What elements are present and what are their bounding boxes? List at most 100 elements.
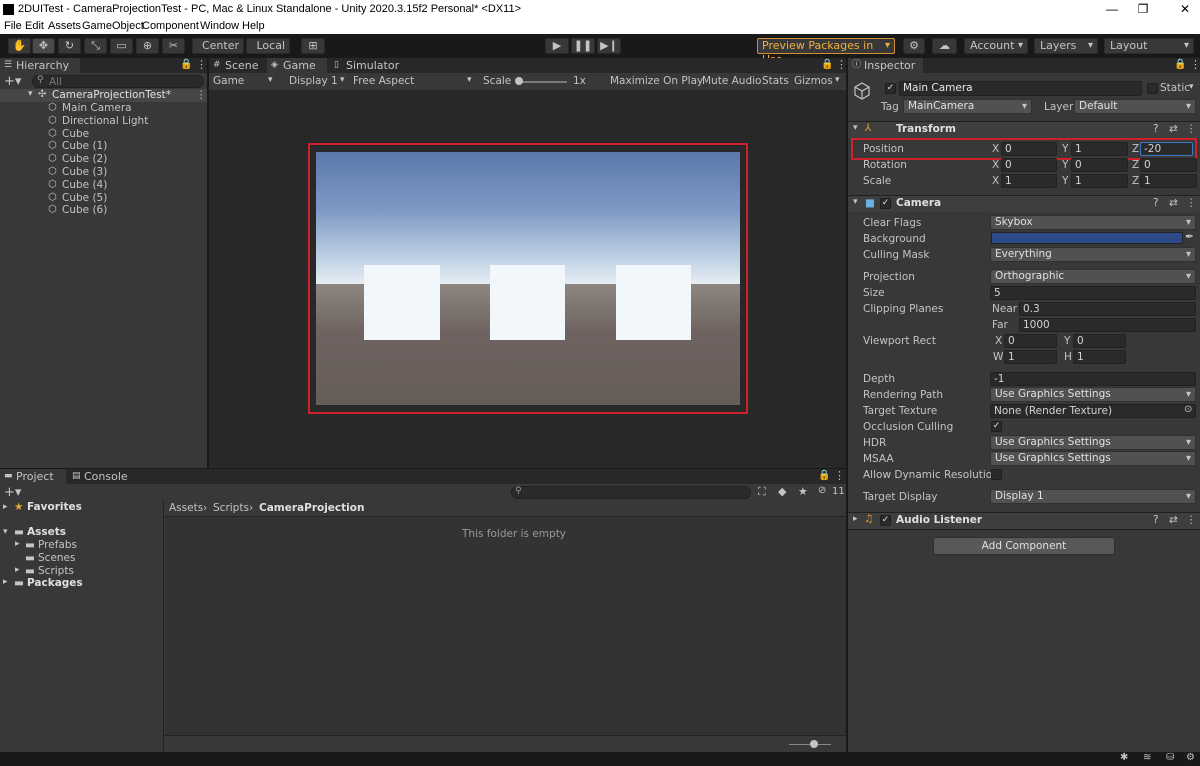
move-tool-icon[interactable]: ✥ <box>32 38 55 54</box>
panel-menu-icon[interactable]: ⋮ <box>1190 58 1200 71</box>
menu-edit[interactable]: Edit <box>25 20 44 32</box>
pivot-center-button[interactable]: Center <box>192 38 244 54</box>
lock-icon[interactable]: 🔒 <box>818 470 830 481</box>
occlusion-culling-checkbox[interactable]: ✓ <box>991 421 1002 432</box>
tab-scene[interactable]: # Scene <box>209 58 267 73</box>
help-icon[interactable]: ? <box>1153 514 1159 526</box>
preset-icon[interactable]: ⇄ <box>1169 197 1178 209</box>
layers-dropdown[interactable]: Layers <box>1034 38 1098 54</box>
panel-menu-icon[interactable]: ⋮ <box>196 58 207 71</box>
hierarchy-item[interactable]: Cube (3) <box>62 166 107 178</box>
add-component-button[interactable]: Add Component <box>933 537 1115 555</box>
close-button[interactable]: ✕ <box>1177 2 1193 16</box>
size-field[interactable]: 5 <box>990 286 1196 300</box>
audio-listener-enabled-checkbox[interactable]: ✓ <box>880 515 891 526</box>
favorite-star-icon[interactable]: ★ <box>798 485 808 498</box>
filter-label-icon[interactable]: ◆ <box>778 485 786 498</box>
target-display-dropdown[interactable]: Display 1 <box>990 489 1196 504</box>
breadcrumb-cameraprojection[interactable]: CameraProjection <box>259 502 364 514</box>
folder-scenes[interactable]: Scenes <box>38 552 75 564</box>
expand-arrow-icon[interactable]: ▾ <box>28 89 33 99</box>
folder-scripts[interactable]: Scripts <box>38 565 74 577</box>
cloud-icon[interactable]: ☁ <box>932 38 957 54</box>
game-viewport[interactable] <box>316 152 740 405</box>
far-field[interactable]: 1000 <box>1019 318 1196 332</box>
target-texture-field[interactable]: None (Render Texture) <box>990 404 1196 418</box>
scene-menu-icon[interactable]: ⋮ <box>196 89 207 101</box>
projection-dropdown[interactable]: Orthographic <box>990 269 1196 284</box>
step-button[interactable]: ▶❙ <box>597 38 621 54</box>
eyedropper-icon[interactable]: ✒ <box>1185 231 1194 243</box>
tab-hierarchy[interactable]: ☰ Hierarchy <box>0 58 80 73</box>
object-picker-icon[interactable]: ⊙ <box>1184 404 1192 415</box>
viewport-y-field[interactable]: 0 <box>1073 334 1126 348</box>
lighting-icon[interactable]: ≋ <box>1143 752 1151 763</box>
hierarchy-item[interactable]: Cube (5) <box>62 192 107 204</box>
object-name-input[interactable]: Main Camera <box>899 81 1142 96</box>
rotation-y-field[interactable]: 0 <box>1071 158 1128 172</box>
msaa-dropdown[interactable]: Use Graphics Settings <box>990 451 1196 466</box>
grid-snap-icon[interactable]: ⊞ <box>301 38 325 54</box>
expand-arrow-icon[interactable]: ▸ <box>3 502 8 512</box>
folder-prefabs[interactable]: Prefabs <box>38 539 77 551</box>
menu-assets[interactable]: Assets <box>48 20 81 32</box>
hdr-dropdown[interactable]: Use Graphics Settings <box>990 435 1196 450</box>
viewport-w-field[interactable]: 1 <box>1004 350 1057 364</box>
aspect-dropdown[interactable]: Free Aspect <box>353 75 414 87</box>
rotation-z-field[interactable]: 0 <box>1140 158 1197 172</box>
rotate-tool-icon[interactable]: ↻ <box>58 38 81 54</box>
panel-menu-icon[interactable]: ⋮ <box>836 58 847 71</box>
restore-button[interactable]: ❐ <box>1135 2 1151 16</box>
scale-y-field[interactable]: 1 <box>1071 174 1128 188</box>
camera-enabled-checkbox[interactable]: ✓ <box>880 198 891 209</box>
hierarchy-item[interactable]: Cube (1) <box>62 140 107 152</box>
active-checkbox[interactable]: ✓ <box>885 83 896 94</box>
favorites-item[interactable]: Favorites <box>27 501 82 513</box>
clear-flags-dropdown[interactable]: Skybox <box>990 215 1196 230</box>
scale-z-field[interactable]: 1 <box>1140 174 1197 188</box>
bug-icon[interactable]: ✱ <box>1120 752 1128 763</box>
depth-field[interactable]: -1 <box>990 372 1196 386</box>
transform-tool-icon[interactable]: ⊕ <box>136 38 159 54</box>
tab-game[interactable]: ◈ Game <box>267 58 327 73</box>
position-y-field[interactable]: 1 <box>1071 142 1128 156</box>
static-checkbox[interactable] <box>1147 83 1158 94</box>
hierarchy-item[interactable]: Directional Light <box>62 115 148 127</box>
hierarchy-item[interactable]: Main Camera <box>62 102 132 114</box>
lock-icon[interactable]: 🔒 <box>1174 59 1186 70</box>
mute-audio-toggle[interactable]: Mute Audio <box>702 75 761 87</box>
display-dropdown[interactable]: Display 1 <box>289 75 338 87</box>
rotation-x-field[interactable]: 0 <box>1001 158 1057 172</box>
dynamic-resolution-checkbox[interactable] <box>991 469 1002 480</box>
culling-mask-dropdown[interactable]: Everything <box>990 247 1196 262</box>
hierarchy-search-input[interactable]: All <box>32 75 204 88</box>
panel-menu-icon[interactable]: ⋮ <box>834 469 845 482</box>
audio-listener-header[interactable]: ▸ ♫ ✓ Audio Listener ? ⇄ ⋮ <box>848 512 1200 529</box>
packages-folder[interactable]: Packages <box>27 577 83 589</box>
viewport-h-field[interactable]: 1 <box>1073 350 1126 364</box>
scale-x-field[interactable]: 1 <box>1001 174 1057 188</box>
scale-tool-icon[interactable]: ⤡ <box>84 38 107 54</box>
hidden-packages-icon[interactable]: ⊘ <box>818 485 826 496</box>
menu-component[interactable]: Component <box>142 20 199 32</box>
stats-toggle[interactable]: Stats <box>762 75 789 87</box>
gizmos-toggle[interactable]: Gizmos <box>794 75 833 87</box>
tag-dropdown[interactable]: MainCamera <box>903 99 1032 114</box>
chevron-down-icon[interactable]: ▾ <box>1189 82 1194 92</box>
assets-folder[interactable]: Assets <box>27 526 66 538</box>
maximize-on-play-toggle[interactable]: Maximize On Play <box>610 75 703 87</box>
component-menu-icon[interactable]: ⋮ <box>1186 123 1197 135</box>
menu-file[interactable]: File <box>4 20 22 32</box>
cache-server-icon[interactable]: ⛁ <box>1166 752 1174 763</box>
tab-console[interactable]: ▤ Console <box>68 469 138 484</box>
tab-simulator[interactable]: ▯ Simulator <box>330 58 410 73</box>
background-color-swatch[interactable] <box>991 232 1183 244</box>
tab-project[interactable]: ▬ Project <box>0 469 66 484</box>
component-menu-icon[interactable]: ⋮ <box>1186 514 1197 526</box>
menu-help[interactable]: Help <box>242 20 265 32</box>
layout-dropdown[interactable]: Layout <box>1104 38 1194 54</box>
rect-tool-icon[interactable]: ▭ <box>110 38 133 54</box>
create-button[interactable]: +▾ <box>4 485 21 500</box>
breadcrumb-scripts[interactable]: Scripts <box>213 502 249 514</box>
layer-dropdown[interactable]: Default <box>1074 99 1196 114</box>
